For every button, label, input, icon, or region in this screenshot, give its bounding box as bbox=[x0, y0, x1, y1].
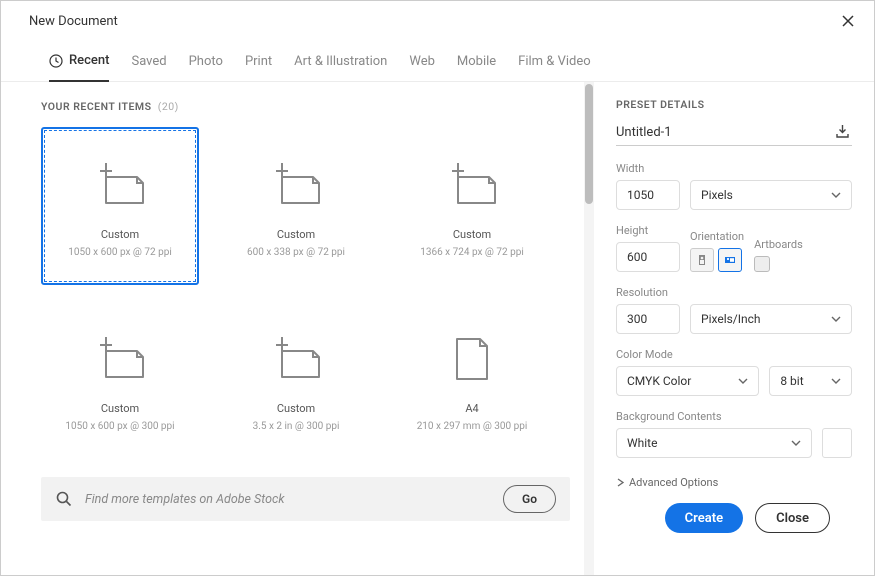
orientation-portrait[interactable] bbox=[690, 248, 714, 272]
search-icon bbox=[55, 490, 73, 508]
chevron-down-icon bbox=[791, 438, 801, 448]
dialog-title: New Document bbox=[29, 14, 118, 29]
document-sheet-icon bbox=[454, 328, 490, 390]
resolution-unit-select[interactable]: Pixels/Inch bbox=[690, 304, 852, 334]
artboards-label: Artboards bbox=[754, 238, 803, 251]
tab-web[interactable]: Web bbox=[409, 43, 435, 81]
background-select[interactable]: White bbox=[616, 428, 812, 458]
stock-search-bar: Find more templates on Adobe Stock Go bbox=[41, 477, 570, 521]
preset-card-label: Custom bbox=[277, 228, 315, 241]
color-mode-select[interactable]: CMYK Color bbox=[616, 366, 759, 396]
preset-card[interactable]: Custom 1050 x 600 px @ 300 ppi bbox=[41, 301, 199, 459]
preset-card-label: Custom bbox=[101, 402, 139, 415]
color-mode-label: Color Mode bbox=[616, 348, 852, 361]
recent-items-header: YOUR RECENT ITEMS (20) bbox=[41, 100, 584, 113]
background-swatch[interactable] bbox=[822, 428, 852, 458]
clock-icon bbox=[49, 54, 63, 68]
category-tabs: Recent Saved Photo Print Art & Illustrat… bbox=[1, 39, 874, 82]
tab-art-illustration[interactable]: Art & Illustration bbox=[294, 43, 387, 81]
tab-print[interactable]: Print bbox=[245, 43, 272, 81]
preset-card[interactable]: A4 210 x 297 mm @ 300 ppi bbox=[393, 301, 551, 459]
width-input[interactable]: 1050 bbox=[616, 180, 680, 210]
tab-saved[interactable]: Saved bbox=[131, 43, 166, 81]
download-preset-icon[interactable] bbox=[834, 123, 852, 141]
height-input[interactable]: 600 bbox=[616, 242, 680, 272]
chevron-right-icon bbox=[616, 478, 625, 487]
preset-card-label: A4 bbox=[465, 402, 478, 415]
custom-page-icon bbox=[93, 154, 147, 216]
scrollbar[interactable] bbox=[584, 82, 594, 575]
tab-recent[interactable]: Recent bbox=[49, 43, 109, 82]
unit-select[interactable]: Pixels bbox=[690, 180, 852, 210]
custom-page-icon bbox=[93, 328, 147, 390]
create-button[interactable]: Create bbox=[665, 503, 743, 533]
preset-card-dimensions: 3.5 x 2 in @ 300 ppi bbox=[253, 421, 340, 432]
search-input[interactable]: Find more templates on Adobe Stock bbox=[85, 492, 491, 507]
document-name-input[interactable] bbox=[616, 125, 834, 140]
preset-card-dimensions: 210 x 297 mm @ 300 ppi bbox=[417, 421, 528, 432]
preset-card[interactable]: Custom 3.5 x 2 in @ 300 ppi bbox=[217, 301, 375, 459]
preset-card-dimensions: 1050 x 600 px @ 72 ppi bbox=[68, 247, 172, 258]
advanced-options-toggle[interactable]: Advanced Options bbox=[616, 476, 852, 489]
bit-depth-select[interactable]: 8 bit bbox=[769, 366, 852, 396]
preset-card-dimensions: 600 x 338 px @ 72 ppi bbox=[247, 247, 345, 258]
tab-film-video[interactable]: Film & Video bbox=[518, 43, 591, 81]
chevron-down-icon bbox=[831, 190, 841, 200]
chevron-down-icon bbox=[831, 314, 841, 324]
preset-card-dimensions: 1366 x 724 px @ 72 ppi bbox=[420, 247, 524, 258]
custom-page-icon bbox=[445, 154, 499, 216]
height-label: Height bbox=[616, 224, 680, 237]
close-button[interactable]: Close bbox=[755, 503, 830, 533]
go-button[interactable]: Go bbox=[503, 485, 556, 513]
custom-page-icon bbox=[269, 328, 323, 390]
preset-card-label: Custom bbox=[453, 228, 491, 241]
orientation-label: Orientation bbox=[690, 230, 744, 243]
preset-card[interactable]: Custom 1050 x 600 px @ 72 ppi bbox=[41, 127, 199, 285]
chevron-down-icon bbox=[831, 376, 841, 386]
chevron-down-icon bbox=[738, 376, 748, 386]
close-icon[interactable] bbox=[840, 13, 856, 29]
preset-card[interactable]: Custom 1366 x 724 px @ 72 ppi bbox=[393, 127, 551, 285]
tab-mobile[interactable]: Mobile bbox=[457, 43, 496, 81]
preset-card-label: Custom bbox=[101, 228, 139, 241]
preset-card-dimensions: 1050 x 600 px @ 300 ppi bbox=[65, 421, 174, 432]
width-label: Width bbox=[616, 162, 852, 175]
custom-page-icon bbox=[269, 154, 323, 216]
preset-details-header: PRESET DETAILS bbox=[616, 98, 852, 111]
tab-photo[interactable]: Photo bbox=[189, 43, 223, 81]
background-label: Background Contents bbox=[616, 410, 852, 423]
artboards-checkbox[interactable] bbox=[754, 256, 770, 272]
preset-card[interactable]: Custom 600 x 338 px @ 72 ppi bbox=[217, 127, 375, 285]
orientation-landscape[interactable] bbox=[718, 248, 742, 272]
scrollbar-thumb[interactable] bbox=[585, 84, 593, 204]
preset-card-label: Custom bbox=[277, 402, 315, 415]
tab-label: Recent bbox=[69, 53, 109, 68]
resolution-label: Resolution bbox=[616, 286, 852, 299]
resolution-input[interactable]: 300 bbox=[616, 304, 680, 334]
